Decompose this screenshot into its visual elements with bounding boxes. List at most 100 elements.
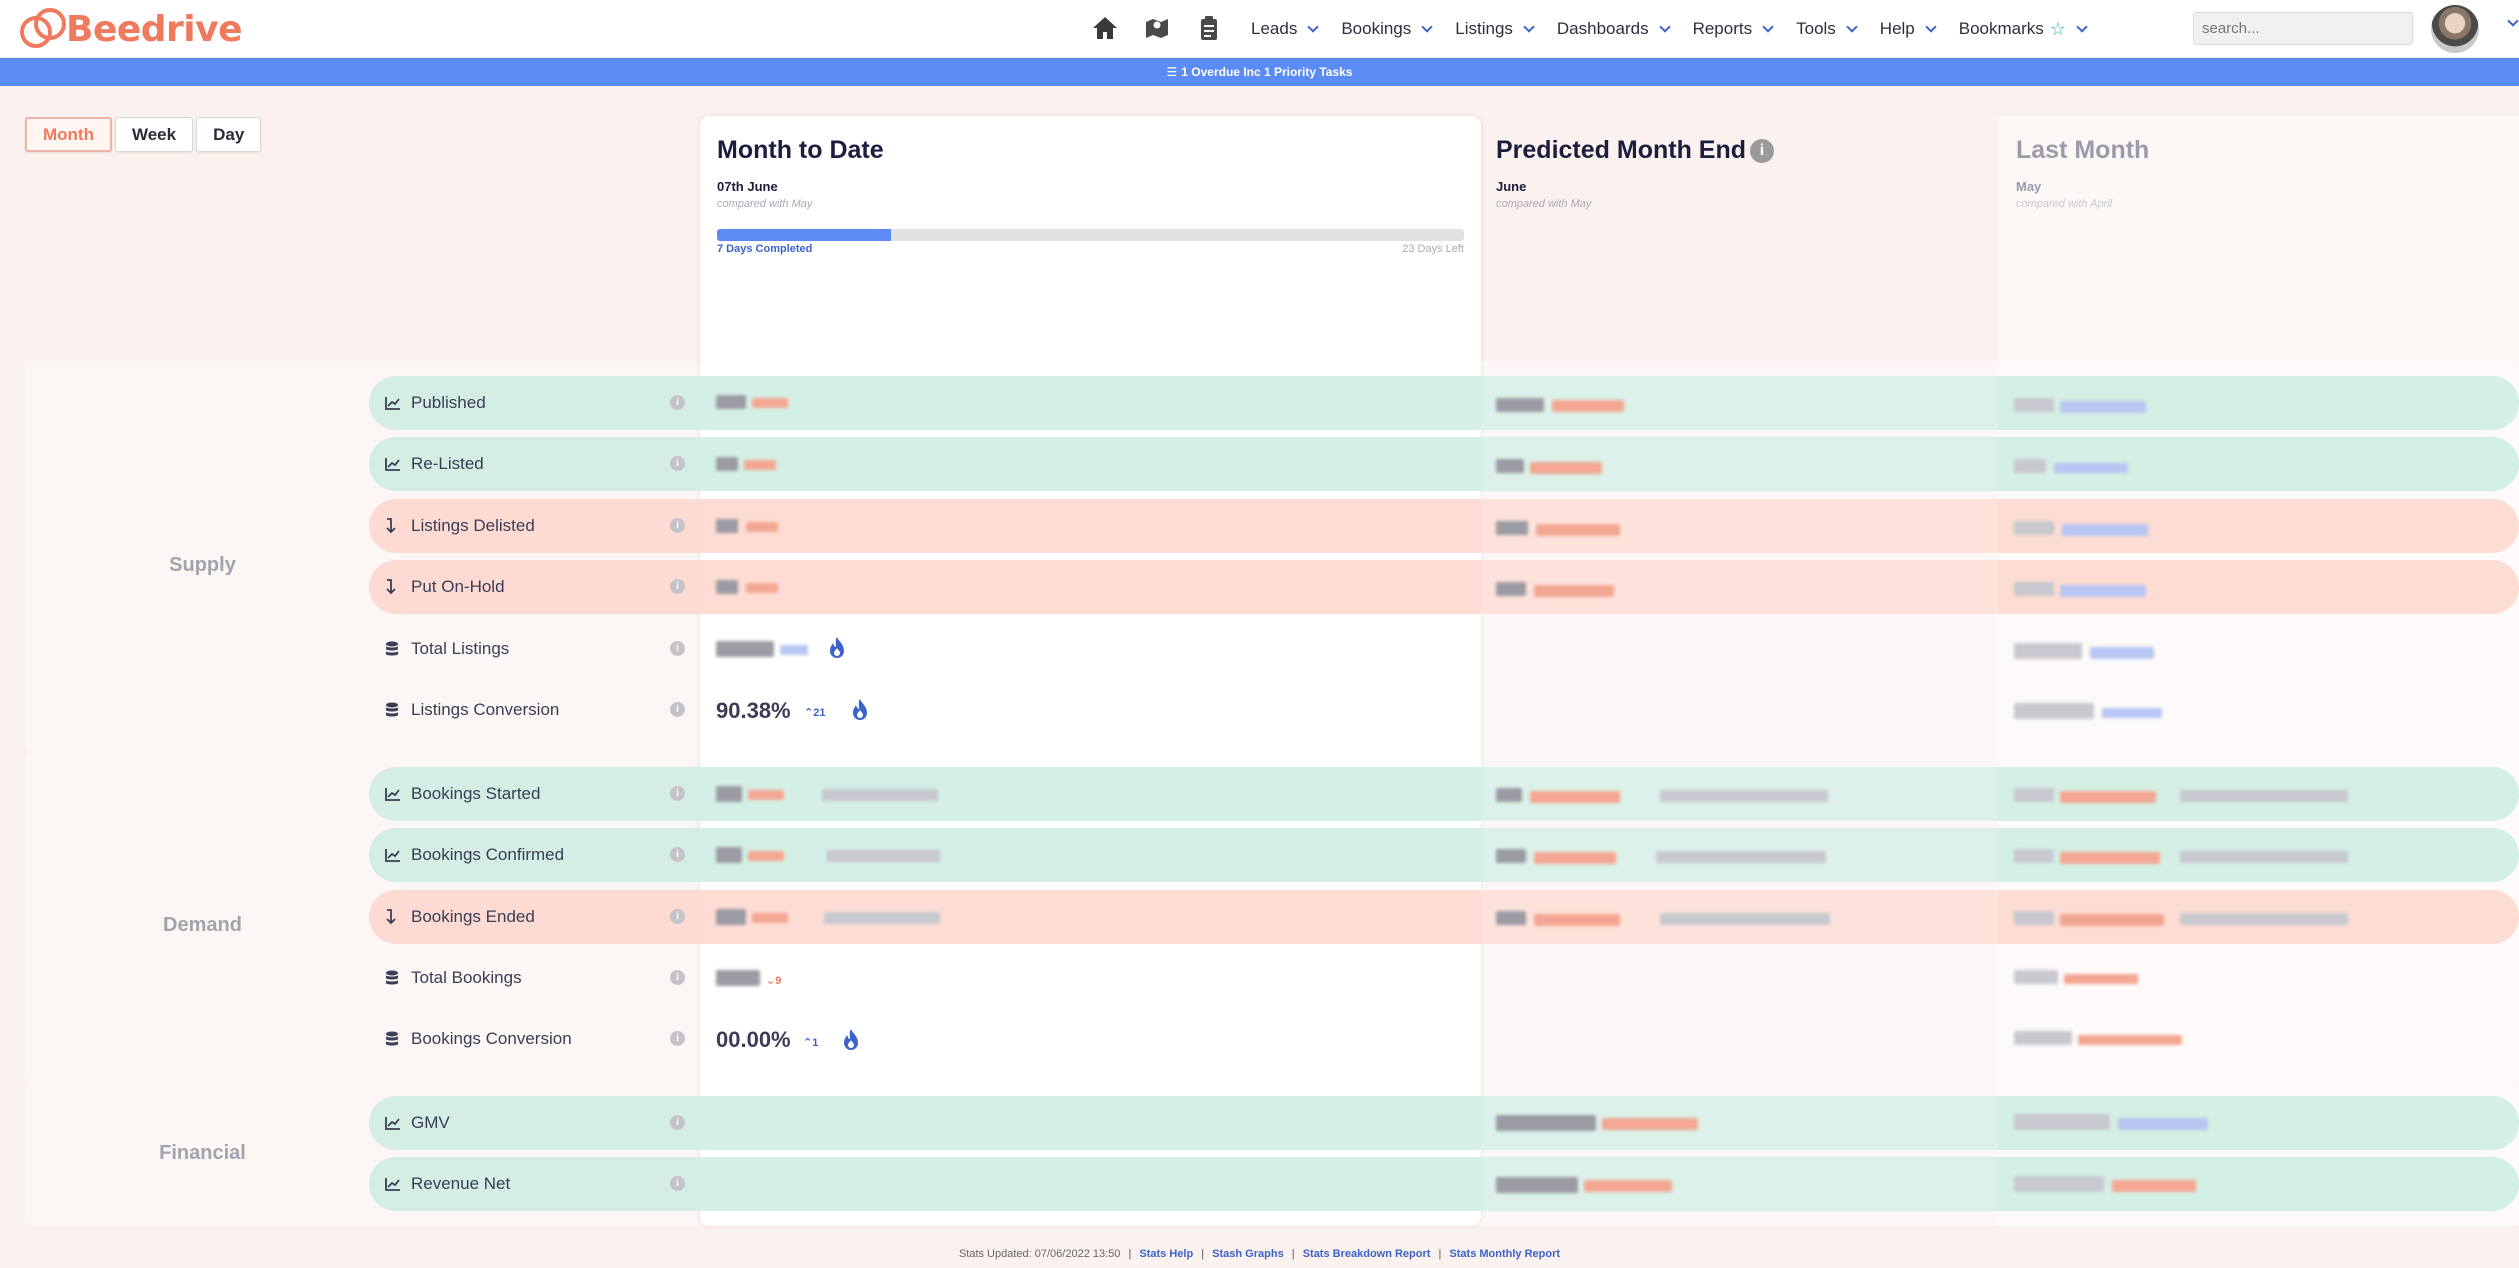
- menu-bookings[interactable]: Bookings: [1341, 19, 1433, 39]
- redacted-delta: [2062, 524, 2148, 536]
- metric-row-revenue-net[interactable]: Revenue Net i: [369, 1157, 2519, 1211]
- mtd-title: Month to Date: [717, 136, 884, 164]
- redacted-value: [1496, 911, 1526, 925]
- listings-conversion-delta: 21: [813, 707, 826, 719]
- period-month-button[interactable]: Month: [25, 117, 112, 152]
- fire-icon[interactable]: [840, 1028, 862, 1052]
- redacted-value: [1496, 1177, 1578, 1193]
- menu-reports[interactable]: Reports: [1693, 19, 1774, 39]
- list-icon: ☰: [1166, 65, 1178, 79]
- redacted-delta: [1534, 585, 1614, 597]
- metric-row-listings-conversion[interactable]: Listings Conversion i: [369, 683, 2519, 737]
- caret-down-icon: ⌄: [766, 975, 776, 987]
- arrow-down-icon: [385, 890, 397, 944]
- info-icon[interactable]: i: [670, 579, 685, 594]
- trend-up-icon: [385, 437, 401, 491]
- metric-row-total-listings[interactable]: Total Listings i: [369, 622, 2519, 676]
- redacted-secondary: [2180, 913, 2348, 925]
- redacted-value: [2014, 788, 2054, 802]
- redacted-value: [716, 641, 774, 657]
- database-icon: [385, 622, 399, 676]
- info-icon[interactable]: i: [670, 395, 685, 410]
- info-icon[interactable]: i: [670, 1115, 685, 1130]
- redacted-value: [2014, 521, 2054, 535]
- section-supply: Supply: [169, 554, 236, 576]
- map-icon[interactable]: [1142, 13, 1172, 43]
- redacted-delta: [2064, 974, 2138, 984]
- info-icon[interactable]: i: [1750, 139, 1774, 163]
- menu-help[interactable]: Help: [1880, 19, 1937, 39]
- trend-up-icon: [385, 767, 401, 821]
- metric-label: Listings Conversion: [411, 700, 560, 719]
- info-icon[interactable]: i: [670, 970, 685, 985]
- search-input[interactable]: [2193, 12, 2413, 45]
- chevron-down-icon: [1658, 20, 1671, 33]
- menu-dashboards[interactable]: Dashboards: [1557, 19, 1671, 39]
- period-day-button[interactable]: Day: [196, 117, 262, 152]
- redacted-secondary: [822, 789, 938, 801]
- menu-listings[interactable]: Listings: [1455, 19, 1535, 39]
- redacted-delta: [1530, 791, 1620, 803]
- metric-label: Put On-Hold: [411, 577, 505, 596]
- stats-monthly-link[interactable]: Stats Monthly Report: [1449, 1248, 1560, 1260]
- info-icon[interactable]: i: [670, 1176, 685, 1191]
- stats-updated: Stats Updated: 07/06/2022 13:50: [958, 1248, 1121, 1260]
- tasks-banner[interactable]: ☰ 1 Overdue Inc 1 Priority Tasks: [0, 58, 2519, 86]
- info-icon[interactable]: i: [670, 1031, 685, 1046]
- brand-logo[interactable]: Beedrive: [16, 2, 243, 56]
- mtd-header: Month to Date 07th June compared with Ma…: [717, 136, 884, 210]
- caret-up-icon: ⌃: [804, 707, 814, 719]
- stats-breakdown-link[interactable]: Stats Breakdown Report: [1303, 1248, 1431, 1260]
- fire-icon[interactable]: [849, 698, 871, 722]
- menu-leads[interactable]: Leads: [1251, 19, 1319, 39]
- redacted-delta: [1534, 852, 1616, 864]
- chevron-down-icon: [1307, 20, 1319, 33]
- redacted-secondary: [826, 850, 940, 862]
- redacted-secondary: [1656, 851, 1826, 863]
- info-icon[interactable]: i: [670, 641, 685, 656]
- database-icon: [385, 1012, 399, 1066]
- metric-row-on-hold[interactable]: Put On-Hold i: [369, 560, 2519, 614]
- metric-row-bookings-conversion[interactable]: Bookings Conversion i: [369, 1012, 2519, 1066]
- bookings-conversion-delta: 1: [812, 1037, 819, 1049]
- menu-bookmarks[interactable]: Bookmarks ☆: [1959, 19, 2088, 40]
- chevron-down-icon: [2076, 20, 2088, 33]
- total-bookings-delta: 9: [775, 975, 782, 987]
- caret-up-icon: ⌃: [803, 1037, 813, 1049]
- stash-graphs-link[interactable]: Stash Graphs: [1212, 1248, 1284, 1260]
- metric-row-published[interactable]: Published i: [369, 376, 2519, 430]
- trend-up-icon: [385, 1096, 401, 1150]
- metric-row-relisted[interactable]: Re-Listed i: [369, 437, 2519, 491]
- info-icon[interactable]: i: [670, 518, 685, 533]
- metric-row-delisted[interactable]: Listings Delisted i: [369, 499, 2519, 553]
- info-icon[interactable]: i: [670, 847, 685, 862]
- predicted-header: Predicted Month End i June compared with …: [1496, 136, 1774, 210]
- info-icon[interactable]: i: [670, 786, 685, 801]
- redacted-delta: [2118, 1118, 2208, 1130]
- redacted-delta: [1530, 462, 1602, 474]
- metric-label: Bookings Conversion: [411, 1029, 572, 1048]
- info-icon[interactable]: i: [670, 702, 685, 717]
- info-icon[interactable]: i: [670, 456, 685, 471]
- user-avatar[interactable]: [2431, 5, 2479, 53]
- redacted-value: [1496, 521, 1528, 535]
- redacted-value: [716, 847, 742, 863]
- redacted-delta: [2060, 401, 2146, 413]
- redacted-value: [2014, 459, 2046, 473]
- avatar-chevron-down-icon[interactable]: [2507, 15, 2519, 27]
- nav-icon-group: [1090, 13, 1224, 43]
- clipboard-icon[interactable]: [1194, 13, 1224, 43]
- redacted-delta: [2054, 463, 2128, 473]
- redacted-value: [2014, 1176, 2104, 1192]
- info-icon[interactable]: i: [670, 909, 685, 924]
- home-icon[interactable]: [1090, 13, 1120, 43]
- stats-help-link[interactable]: Stats Help: [1139, 1248, 1193, 1260]
- redacted-value: [716, 786, 742, 802]
- redacted-delta: [2060, 914, 2164, 926]
- listings-conversion-value: 90.38%: [716, 698, 791, 723]
- fire-icon[interactable]: [826, 636, 848, 660]
- redacted-value: [1496, 1115, 1596, 1131]
- period-week-button[interactable]: Week: [114, 117, 194, 152]
- menu-tools[interactable]: Tools: [1796, 19, 1858, 39]
- metric-row-total-bookings[interactable]: Total Bookings i: [369, 951, 2519, 1005]
